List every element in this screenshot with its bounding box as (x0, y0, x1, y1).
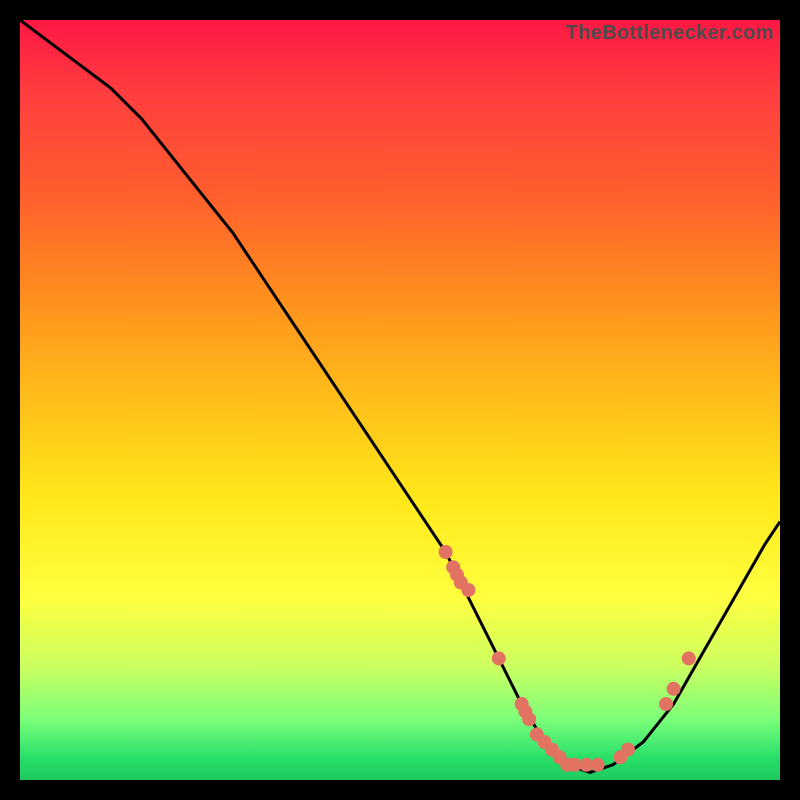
data-point (682, 651, 696, 665)
bottleneck-curve (20, 20, 780, 772)
data-point (667, 682, 681, 696)
data-point (659, 697, 673, 711)
plot-area: TheBottlenecker.com (20, 20, 780, 780)
data-point (522, 712, 536, 726)
data-point (591, 758, 605, 772)
data-point (492, 651, 506, 665)
data-points (439, 545, 696, 772)
chart-container: TheBottlenecker.com (0, 0, 800, 800)
data-point (461, 583, 475, 597)
data-point (439, 545, 453, 559)
data-point (621, 743, 635, 757)
chart-svg (20, 20, 780, 780)
